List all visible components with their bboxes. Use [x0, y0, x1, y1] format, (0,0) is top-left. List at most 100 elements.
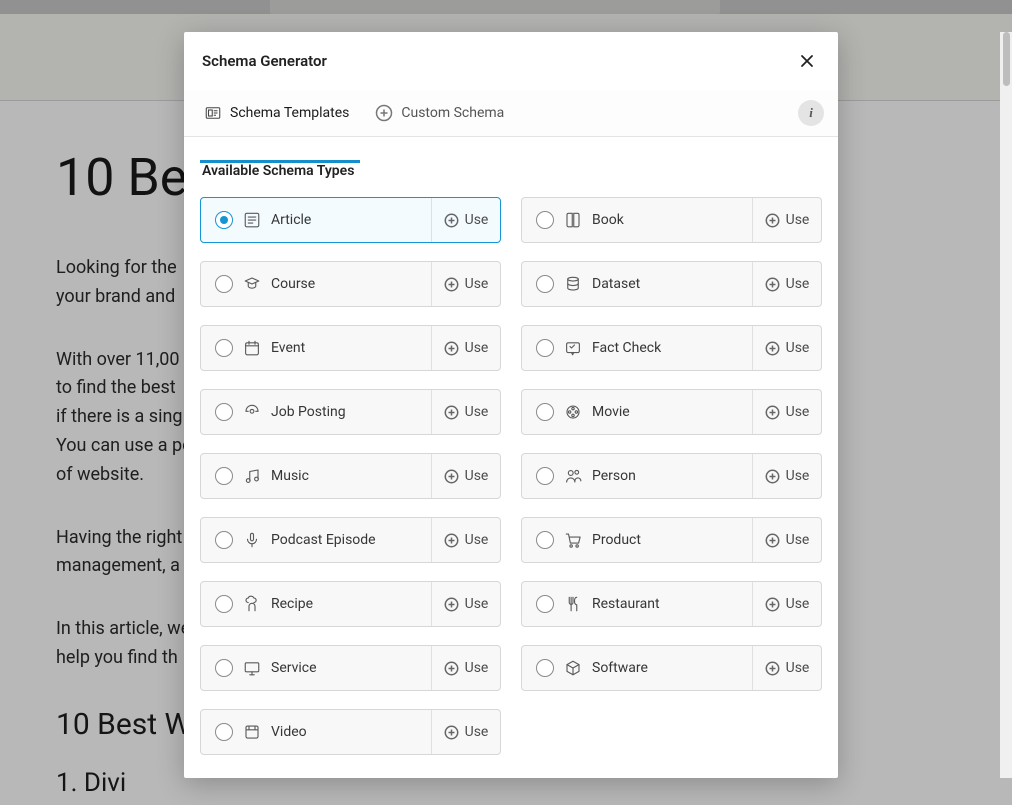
plus-icon [444, 405, 459, 420]
fact-icon [564, 339, 582, 357]
tab-custom-schema[interactable]: Custom Schema [369, 90, 524, 136]
schema-type-label: Podcast Episode [271, 532, 376, 548]
schema-type-label: Book [592, 212, 624, 228]
plus-icon [444, 597, 459, 612]
schema-type-label: Service [271, 660, 317, 676]
radio[interactable] [215, 723, 233, 741]
use-button[interactable]: Use [752, 582, 821, 626]
schema-type-product[interactable]: Product Use [521, 517, 822, 563]
schema-type-recipe[interactable]: RecipeUse [200, 581, 501, 627]
use-button[interactable]: Use [752, 454, 821, 498]
schema-type-music[interactable]: Music Use [200, 453, 501, 499]
radio[interactable] [536, 275, 554, 293]
use-label: Use [465, 660, 489, 676]
book-icon [564, 211, 582, 229]
use-label: Use [786, 276, 810, 292]
modal-tabs: Schema Templates Custom Schema i [184, 90, 838, 137]
schema-type-dataset[interactable]: DatasetUse [521, 261, 822, 307]
use-button[interactable]: Use [431, 710, 500, 754]
use-label: Use [786, 660, 810, 676]
use-label: Use [786, 212, 810, 228]
radio[interactable] [215, 211, 233, 229]
schema-type-movie[interactable]: MovieUse [521, 389, 822, 435]
plus-icon [765, 213, 780, 228]
course-icon [243, 275, 261, 293]
video-icon [243, 723, 261, 741]
radio[interactable] [536, 595, 554, 613]
schema-type-book[interactable]: Book Use [521, 197, 822, 243]
plus-icon [765, 341, 780, 356]
use-button[interactable]: Use [431, 262, 500, 306]
use-label: Use [786, 340, 810, 356]
product-icon [564, 531, 582, 549]
use-label: Use [465, 212, 489, 228]
radio[interactable] [215, 339, 233, 357]
schema-type-service[interactable]: Service Use [200, 645, 501, 691]
use-button[interactable]: Use [752, 198, 821, 242]
use-button[interactable]: Use [752, 518, 821, 562]
radio[interactable] [215, 595, 233, 613]
schema-type-label: Article [271, 212, 311, 228]
job-icon [243, 403, 261, 421]
tab-label: Schema Templates [230, 105, 349, 121]
tab-label: Custom Schema [401, 105, 504, 121]
plus-icon [765, 661, 780, 676]
use-label: Use [465, 340, 489, 356]
schema-type-software[interactable]: SoftwareUse [521, 645, 822, 691]
scrollbar-track[interactable] [1000, 32, 1012, 778]
radio[interactable] [536, 339, 554, 357]
modal-title: Schema Generator [202, 52, 327, 70]
schema-type-video[interactable]: VideoUse [200, 709, 501, 755]
dataset-icon [564, 275, 582, 293]
radio[interactable] [215, 275, 233, 293]
use-label: Use [465, 532, 489, 548]
radio[interactable] [215, 467, 233, 485]
use-label: Use [465, 596, 489, 612]
schema-type-label: Fact Check [592, 340, 661, 356]
schema-type-label: Job Posting [271, 404, 346, 420]
schema-type-person[interactable]: Person Use [521, 453, 822, 499]
use-button[interactable]: Use [431, 518, 500, 562]
use-button[interactable]: Use [752, 262, 821, 306]
use-button[interactable]: Use [431, 454, 500, 498]
use-button[interactable]: Use [431, 582, 500, 626]
use-button[interactable]: Use [752, 390, 821, 434]
use-button[interactable]: Use [431, 326, 500, 370]
plus-icon [444, 661, 459, 676]
use-button[interactable]: Use [431, 646, 500, 690]
schema-type-podcast[interactable]: Podcast Episode Use [200, 517, 501, 563]
use-button[interactable]: Use [431, 390, 500, 434]
software-icon [564, 659, 582, 677]
radio[interactable] [536, 211, 554, 229]
schema-type-event[interactable]: EventUse [200, 325, 501, 371]
radio[interactable] [215, 531, 233, 549]
schema-type-label: Product [592, 532, 641, 548]
schema-type-restaurant[interactable]: RestaurantUse [521, 581, 822, 627]
person-icon [564, 467, 582, 485]
radio[interactable] [215, 403, 233, 421]
radio[interactable] [215, 659, 233, 677]
use-button[interactable]: Use [431, 198, 500, 242]
service-icon [243, 659, 261, 677]
radio[interactable] [536, 531, 554, 549]
schema-type-course[interactable]: CourseUse [200, 261, 501, 307]
schema-type-fact[interactable]: Fact Check Use [521, 325, 822, 371]
schema-type-label: Music [271, 468, 309, 484]
plus-icon [444, 277, 459, 292]
schema-type-job[interactable]: Job Posting Use [200, 389, 501, 435]
schema-type-article[interactable]: Article Use [200, 197, 501, 243]
plus-icon [765, 469, 780, 484]
radio[interactable] [536, 659, 554, 677]
restaurant-icon [564, 595, 582, 613]
use-button[interactable]: Use [752, 326, 821, 370]
section-title: Available Schema Types [202, 163, 822, 179]
radio[interactable] [536, 467, 554, 485]
schema-type-label: Person [592, 468, 636, 484]
use-button[interactable]: Use [752, 646, 821, 690]
templates-icon [204, 104, 222, 122]
scrollbar-thumb[interactable] [1003, 32, 1010, 86]
tab-schema-templates[interactable]: Schema Templates [198, 90, 369, 136]
radio[interactable] [536, 403, 554, 421]
info-icon[interactable]: i [798, 100, 824, 126]
close-button[interactable] [796, 50, 818, 72]
